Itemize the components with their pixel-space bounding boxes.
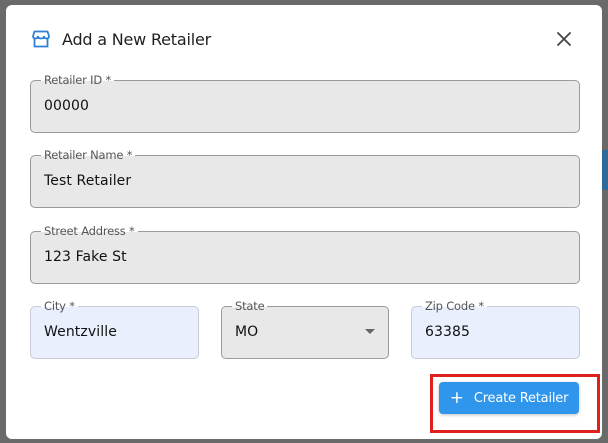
dialog-title: Add a New Retailer	[62, 29, 211, 49]
retailer-id-label: Retailer ID *	[41, 72, 115, 88]
highlight-box	[430, 374, 600, 433]
retailer-name-label: Retailer Name *	[41, 147, 136, 163]
close-icon[interactable]	[550, 25, 578, 53]
zip-code-value: 63385	[425, 324, 471, 340]
zip-code-field[interactable]: Zip Code * 63385	[411, 298, 580, 359]
retailer-name-value: Test Retailer	[44, 173, 132, 189]
retailer-id-field[interactable]: Retailer ID * 00000	[30, 72, 580, 133]
street-address-value: 123 Fake St	[44, 249, 127, 265]
dialog-header: Add a New Retailer	[30, 25, 578, 53]
chevron-down-icon	[365, 329, 375, 334]
state-value: MO	[235, 324, 259, 340]
retailer-name-field[interactable]: Retailer Name * Test Retailer	[30, 147, 580, 208]
state-label: State	[232, 298, 268, 314]
city-label: City *	[41, 298, 78, 314]
street-address-field[interactable]: Street Address * 123 Fake St	[30, 223, 580, 284]
retailer-id-value: 00000	[44, 98, 90, 114]
city-value: Wentzville	[44, 324, 117, 340]
city-field[interactable]: City * Wentzville	[30, 298, 199, 359]
state-select[interactable]: State MO	[221, 298, 389, 359]
zip-code-label: Zip Code *	[422, 298, 487, 314]
store-icon	[30, 28, 52, 50]
street-address-label: Street Address *	[41, 223, 138, 239]
